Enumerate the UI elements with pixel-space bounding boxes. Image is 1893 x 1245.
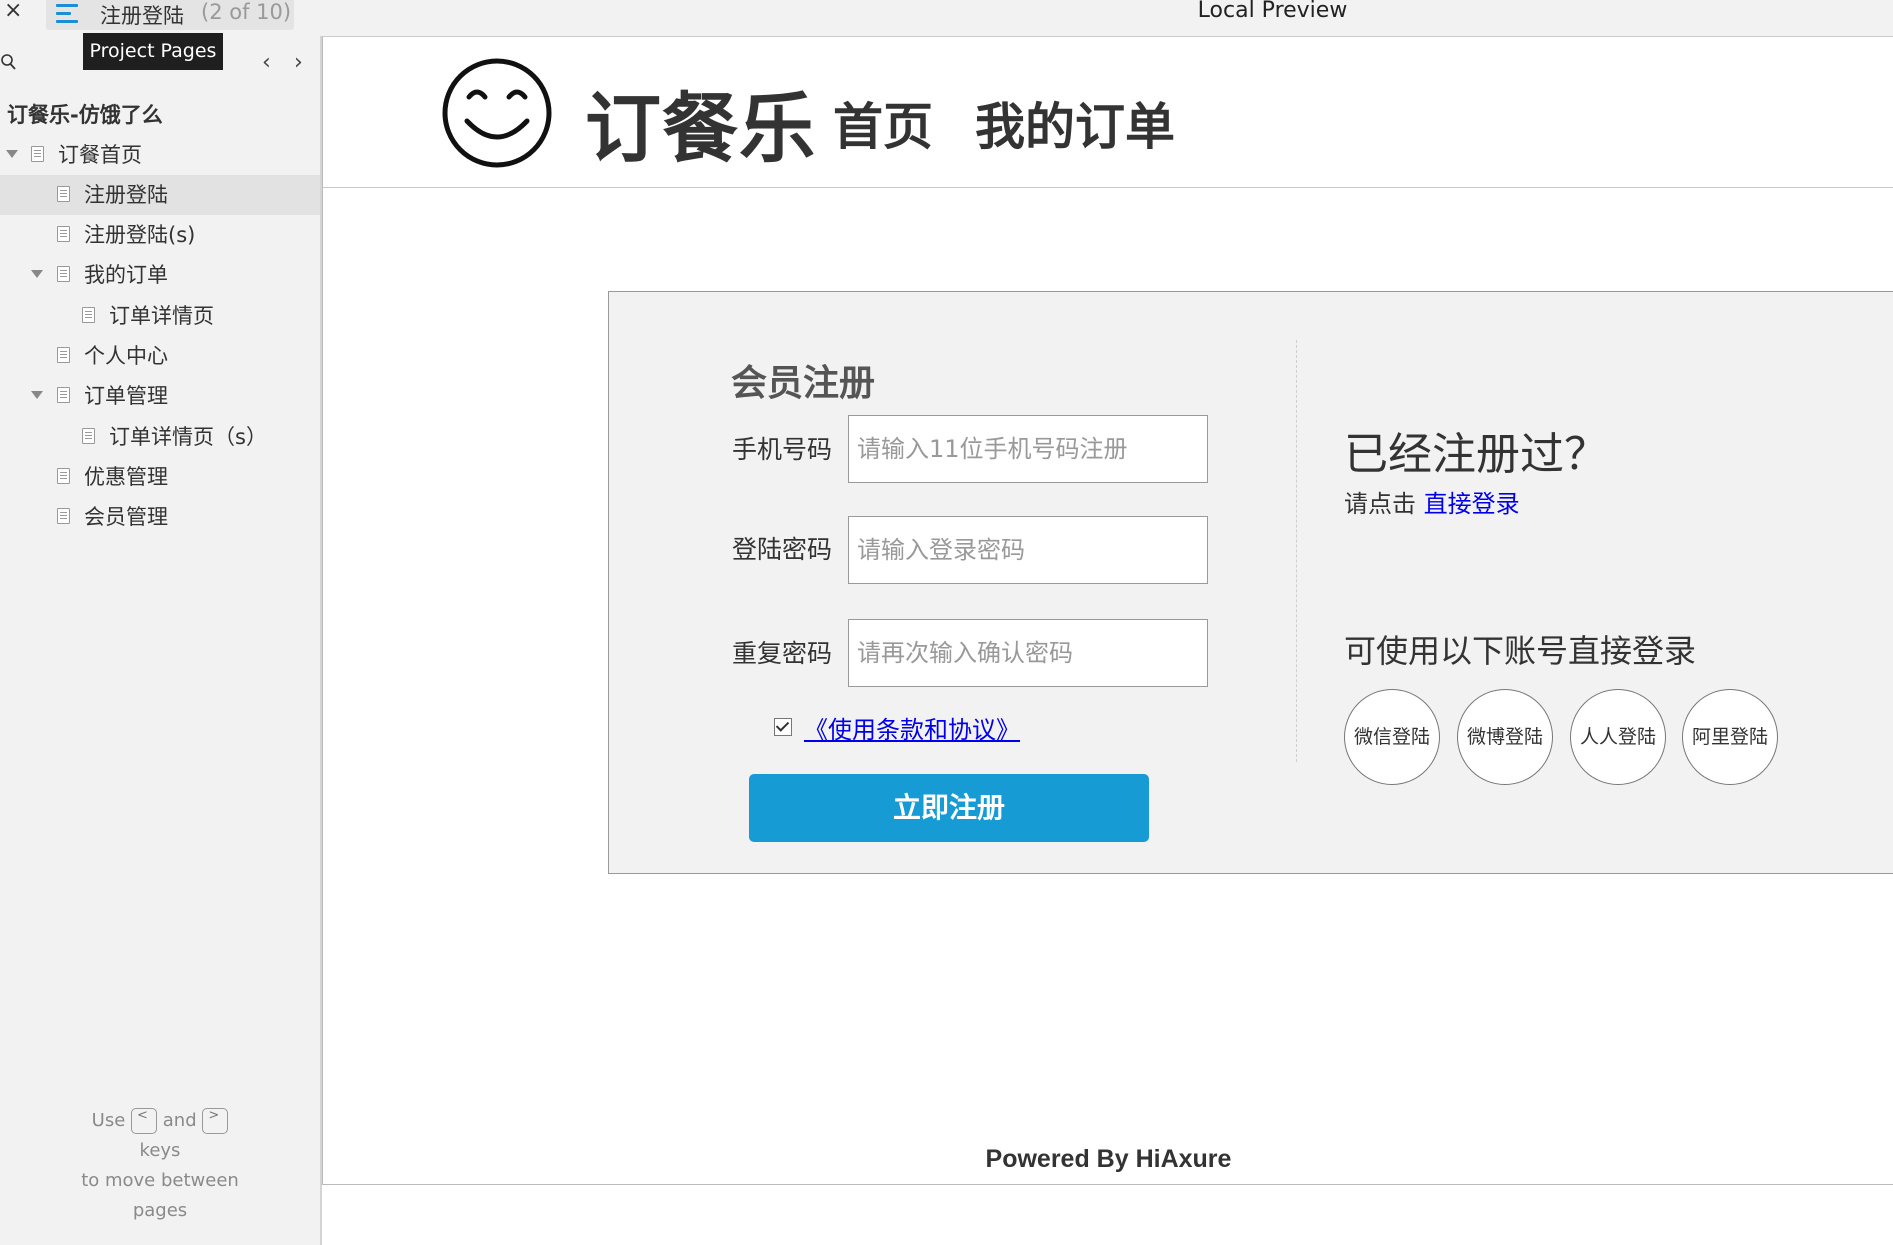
project-pages-tooltip: Project Pages [83,33,223,70]
page-icon [57,508,70,524]
hint-text: Use [91,1110,126,1131]
top-toolbar: × 注册登陆 (2 of 10) Local Preview [0,0,1893,36]
sidebar-item-label: 订单管理 [84,384,168,408]
login-prompt-text: 请点击 [1344,490,1424,518]
wechat-login-button[interactable]: 微信登陆 [1344,689,1440,785]
page-preview: 订餐乐 首页 我的订单 会员注册 手机号码 登陆密码 重复密码 《使用条款和协议… [322,36,1893,1184]
register-title: 会员注册 [731,363,876,404]
sidebar-item-personal-center[interactable]: 个人中心 [0,336,320,376]
right-key-icon: > [202,1108,229,1134]
sidebar-item-my-orders[interactable]: 我的订单 [0,255,320,295]
search-icon[interactable] [1,53,17,71]
password-label: 登陆密码 [732,535,833,564]
site-header: 订餐乐 首页 我的订单 [323,37,1893,188]
hint-text: keys [139,1140,181,1161]
nav-home-link[interactable]: 首页 [833,87,933,159]
sidebar-item-label: 订餐首页 [58,143,142,167]
page-count: (2 of 10) [201,0,292,24]
left-key-icon: < [131,1108,158,1134]
phone-label: 手机号码 [732,435,833,464]
sidebar-item-label: 注册登陆(s) [84,223,196,247]
page-icon [31,146,44,162]
sidebar-item-label: 个人中心 [84,344,168,368]
sidebar-item-label: 优惠管理 [84,465,168,489]
menu-icon [56,3,80,25]
login-prompt: 请点击 直接登录 [1344,484,1520,519]
hint-text: to move between [81,1170,239,1191]
renren-login-button[interactable]: 人人登陆 [1570,689,1666,785]
sidebar-item-member-management[interactable]: 会员管理 [0,497,320,537]
sidebar-item-order-detail-s[interactable]: 订单详情页（s） [0,417,320,457]
page-icon [57,186,70,202]
nav-my-orders-link[interactable]: 我的订单 [975,87,1175,159]
close-icon[interactable]: × [4,0,22,23]
chevron-right-icon[interactable]: › [294,50,303,75]
repeat-password-input[interactable] [848,619,1208,687]
terms-link[interactable]: 《使用条款和协议》 [804,710,1020,745]
registration-panel: 会员注册 手机号码 登陆密码 重复密码 《使用条款和协议》 立即注册 已经注册过… [608,291,1893,874]
sidebar-item-home[interactable]: 订餐首页 [0,135,320,175]
site-name: 订餐乐 [585,84,816,173]
already-registered-title: 已经注册过？ [1344,429,1608,480]
page-icon [57,226,70,242]
page-icon [82,307,95,323]
page-icon [57,266,70,282]
vertical-divider [1296,340,1297,762]
expand-arrow-icon[interactable] [6,150,18,158]
current-page-name: 注册登陆 [100,4,184,28]
alibaba-login-button[interactable]: 阿里登陆 [1682,689,1778,785]
project-pages-button[interactable]: 注册登陆 (2 of 10) [46,0,294,30]
sidebar-item-order-detail[interactable]: 订单详情页 [0,296,320,336]
sidebar-item-register-login-s[interactable]: 注册登陆(s) [0,215,320,255]
repeat-password-label: 重复密码 [732,639,833,668]
weibo-login-button[interactable]: 微博登陆 [1457,689,1553,785]
page-icon [57,347,70,363]
page-icon [57,468,70,484]
phone-input[interactable] [848,415,1208,483]
third-party-login-title: 可使用以下账号直接登录 [1344,632,1697,670]
sidebar-item-label: 订单详情页 [109,304,214,328]
chevron-left-icon[interactable]: ‹ [262,50,271,75]
keyboard-hint: Use < and > keys to move between pages [0,1106,320,1226]
sidebar-item-discount-management[interactable]: 优惠管理 [0,457,320,497]
hint-text: pages [132,1200,188,1221]
direct-login-link[interactable]: 直接登录 [1424,490,1520,518]
expand-arrow-icon[interactable] [31,270,43,278]
page-icon [57,387,70,403]
project-pages-sidebar: ‹ › 订餐乐-仿饿了么 订餐首页 注册登陆 注册登陆(s) 我的订单 订单详情… [0,36,322,1245]
sidebar-item-order-management[interactable]: 订单管理 [0,376,320,416]
sidebar-item-label: 订单详情页（s） [109,425,267,449]
page-icon [82,428,95,444]
terms-checkbox[interactable] [774,718,792,736]
sidebar-item-register-login[interactable]: 注册登陆 [0,175,320,215]
preview-bottom-border [322,1184,1893,1185]
powered-by-footer: Powered By HiAxure [985,1145,1232,1173]
sidebar-item-label: 注册登陆 [84,183,168,207]
password-input[interactable] [848,516,1208,584]
register-button[interactable]: 立即注册 [749,774,1149,842]
expand-arrow-icon[interactable] [31,391,43,399]
sidebar-item-label: 会员管理 [84,505,168,529]
sidebar-item-label: 我的订单 [84,263,168,287]
preview-title: Local Preview [1197,0,1348,23]
hint-text: and [162,1110,197,1131]
project-name: 订餐乐-仿饿了么 [7,103,163,127]
smiley-face-icon [442,58,552,168]
